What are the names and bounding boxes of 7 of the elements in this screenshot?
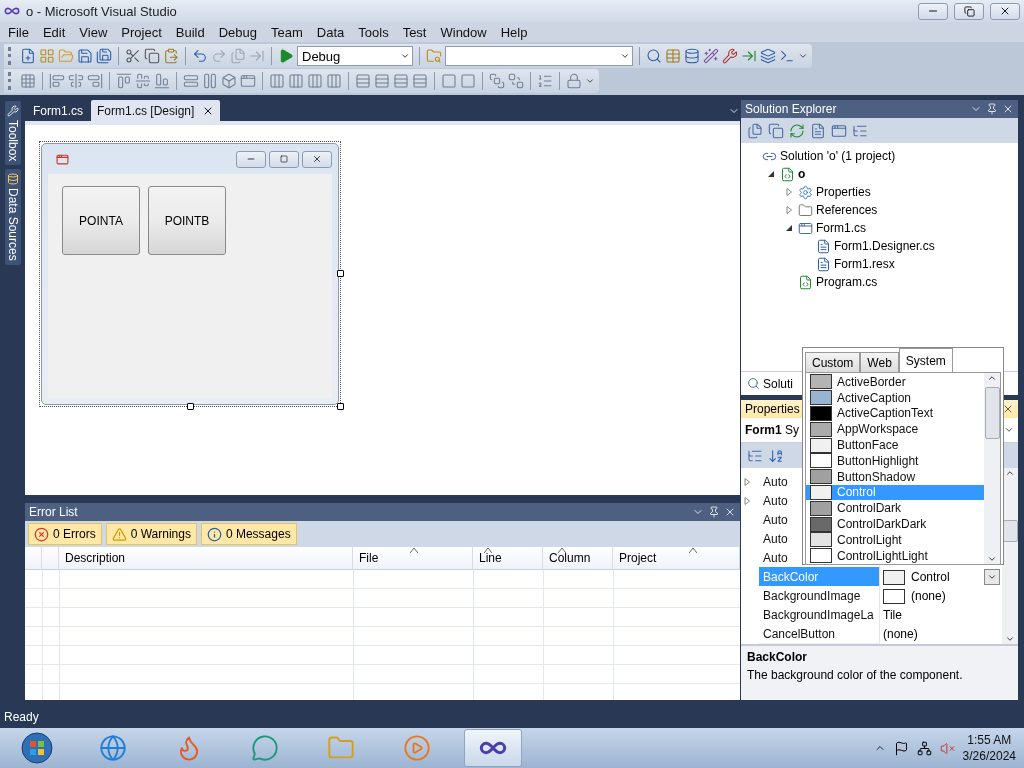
panel-title: Error List	[29, 505, 78, 519]
window-title: o - Microsoft Visual Studio	[26, 3, 178, 19]
status-text: Ready	[4, 709, 39, 724]
description-title: BackColor	[747, 650, 809, 664]
panel-title: Properties	[745, 402, 800, 416]
panel-title: Solution Explorer	[745, 102, 837, 116]
description-text: The background color of the component.	[747, 668, 964, 682]
